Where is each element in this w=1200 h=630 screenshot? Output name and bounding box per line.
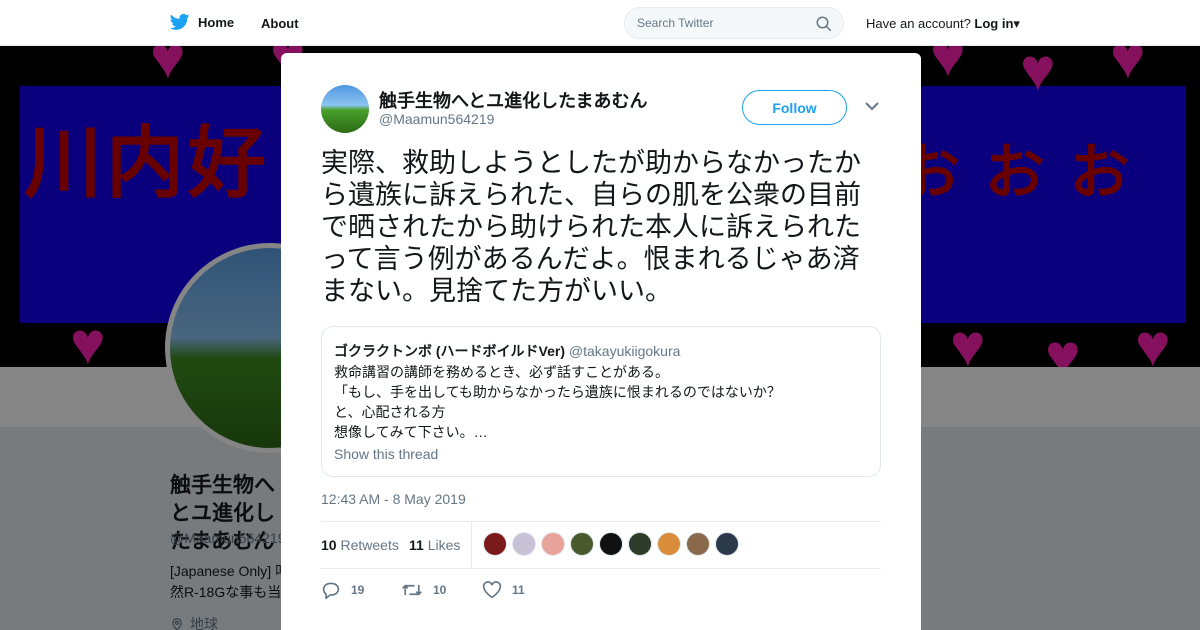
retweet-count: 10 bbox=[433, 583, 447, 597]
tweet-modal: 触手生物へとユ進化したまあむん @Maamun564219 Follow 実際、… bbox=[281, 53, 921, 630]
chevron-down-icon[interactable] bbox=[865, 101, 879, 111]
tweet-actions: 19 10 11 bbox=[321, 579, 881, 609]
caret-down-icon: ▾ bbox=[1013, 16, 1020, 31]
stats-divider bbox=[471, 522, 472, 569]
nav-about-link[interactable]: About bbox=[261, 16, 299, 31]
likes-stat[interactable]: 11 Likes bbox=[409, 537, 460, 553]
liker-avatar[interactable] bbox=[715, 532, 739, 556]
liker-avatar[interactable] bbox=[512, 532, 536, 556]
twitter-bird-icon bbox=[170, 13, 190, 30]
search-icon[interactable] bbox=[815, 15, 833, 33]
tweet-text: 実際、救助しようとしたが助からなかったから遺族に訴えられた、自らの肌を公衆の目前… bbox=[321, 148, 861, 306]
liker-avatars bbox=[483, 532, 739, 556]
likes-count: 11 bbox=[409, 537, 424, 553]
quoted-tweet[interactable]: ゴクラクトンボ (ハードボイルドVer) @takayukiigokura 救命… bbox=[321, 326, 881, 477]
account-prompt: Have an account? bbox=[866, 16, 971, 31]
quoted-author-handle: @takayukiigokura bbox=[568, 343, 681, 359]
nav-home-label: Home bbox=[198, 14, 235, 30]
liker-avatar[interactable] bbox=[657, 532, 681, 556]
reply-action[interactable]: 19 bbox=[321, 581, 364, 599]
search-input[interactable]: Search Twitter bbox=[624, 7, 844, 39]
retweets-label: Retweets bbox=[340, 537, 399, 553]
author-handle[interactable]: @Maamun564219 bbox=[379, 111, 494, 127]
retweet-icon bbox=[402, 584, 422, 596]
liker-avatar[interactable] bbox=[628, 532, 652, 556]
nav-home-link[interactable]: Home bbox=[170, 12, 234, 32]
quoted-author: ゴクラクトンボ (ハードボイルドVer) @takayukiigokura bbox=[334, 341, 680, 361]
liker-avatar[interactable] bbox=[686, 532, 710, 556]
search-placeholder: Search Twitter bbox=[637, 16, 714, 30]
close-icon[interactable] bbox=[1153, 11, 1179, 37]
top-nav-bar: Home About Search Twitter Have an accoun… bbox=[0, 0, 1200, 46]
quoted-text-line: 救命講習の講師を務めるとき、必ず話すことがある。 bbox=[334, 364, 670, 380]
quoted-text-line: 「もし、手を出しても助からなかったら遺族に恨まれるのではないか？ bbox=[334, 384, 781, 400]
author-name[interactable]: 触手生物へとユ進化したまあむん bbox=[379, 87, 648, 113]
quoted-text-line: 想像してみて下さい。… bbox=[334, 424, 488, 440]
like-count: 11 bbox=[512, 583, 525, 597]
like-action[interactable]: 11 bbox=[482, 581, 525, 599]
quoted-text-line: と、心配される方 bbox=[334, 404, 446, 420]
reply-icon bbox=[322, 582, 340, 599]
quoted-text: 救命講習の講師を務めるとき、必ず話すことがある。 「もし、手を出しても助からなか… bbox=[334, 362, 781, 442]
liker-avatar[interactable] bbox=[599, 532, 623, 556]
heart-icon bbox=[482, 581, 502, 599]
liker-avatar[interactable] bbox=[483, 532, 507, 556]
follow-button[interactable]: Follow bbox=[742, 90, 847, 125]
author-avatar[interactable] bbox=[321, 85, 369, 133]
login-link[interactable]: Log in bbox=[974, 16, 1013, 31]
liker-avatar[interactable] bbox=[541, 532, 565, 556]
liker-avatar[interactable] bbox=[570, 532, 594, 556]
reply-count: 19 bbox=[351, 583, 365, 597]
tweet-stats: 10 Retweets 11 Likes bbox=[321, 521, 881, 569]
retweets-count: 10 bbox=[321, 537, 337, 553]
quoted-author-name: ゴクラクトンボ (ハードボイルドVer) bbox=[334, 343, 566, 359]
tweet-timestamp[interactable]: 12:43 AM - 8 May 2019 bbox=[321, 491, 466, 507]
retweets-stat[interactable]: 10 Retweets bbox=[321, 537, 399, 553]
retweet-action[interactable]: 10 bbox=[401, 581, 446, 599]
likes-label: Likes bbox=[427, 537, 461, 553]
show-thread-link[interactable]: Show this thread bbox=[334, 446, 438, 462]
account-login[interactable]: Have an account? Log in▾ bbox=[866, 16, 1020, 32]
